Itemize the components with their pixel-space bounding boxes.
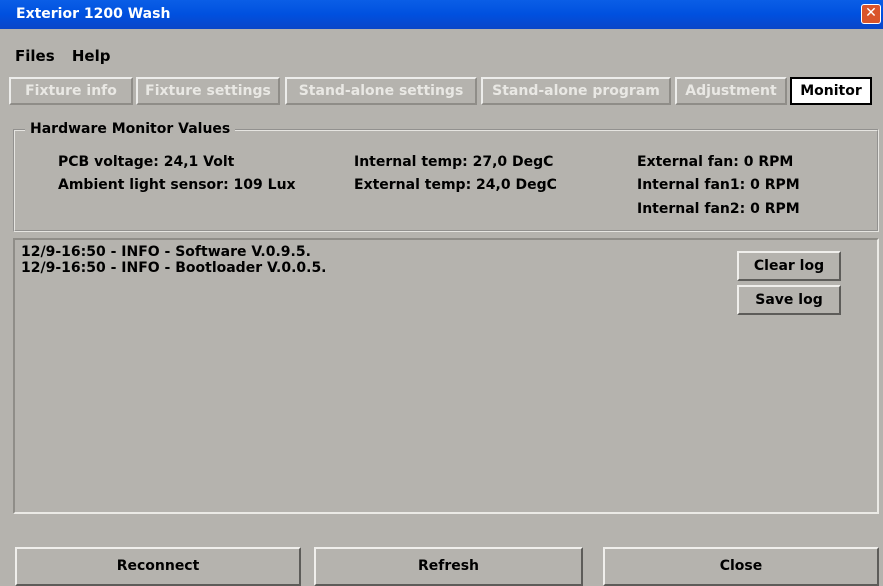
log-line: 12/9-16:50 - INFO - Software V.0.9.5.	[21, 244, 311, 260]
refresh-button[interactable]: Refresh	[314, 547, 583, 586]
footer-bar: Reconnect Refresh Close	[9, 516, 879, 586]
external-fan-value: External fan: 0 RPM	[637, 154, 794, 170]
log-line: 12/9-16:50 - INFO - Bootloader V.0.0.5.	[21, 260, 327, 276]
tab-stand-alone-program[interactable]: Stand-alone program	[481, 77, 671, 105]
hardware-monitor-group: Hardware Monitor Values PCB voltage: 24,…	[13, 121, 879, 232]
main-window: Files Help Fixture info Fixture settings…	[9, 29, 879, 586]
ambient-light-value: Ambient light sensor: 109 Lux	[58, 177, 296, 193]
menu-help[interactable]: Help	[72, 47, 111, 65]
internal-temp-value: Internal temp: 27,0 DegC	[354, 154, 554, 170]
pcb-voltage-value: PCB voltage: 24,1 Volt	[58, 154, 235, 170]
clear-log-button[interactable]: Clear log	[737, 251, 841, 281]
save-log-button[interactable]: Save log	[737, 285, 841, 315]
tab-monitor[interactable]: Monitor	[790, 77, 872, 105]
menu-files[interactable]: Files	[15, 47, 55, 65]
tab-stand-alone-settings[interactable]: Stand-alone settings	[285, 77, 477, 105]
hardware-monitor-legend: Hardware Monitor Values	[25, 121, 236, 137]
title-bar: Exterior 1200 Wash ✕	[0, 0, 883, 29]
reconnect-button[interactable]: Reconnect	[15, 547, 301, 586]
menu-bar: Files Help	[15, 47, 122, 65]
tab-fixture-settings[interactable]: Fixture settings	[136, 77, 280, 105]
window-title: Exterior 1200 Wash	[16, 6, 171, 22]
internal-fan2-value: Internal fan2: 0 RPM	[637, 201, 800, 217]
tab-adjustment[interactable]: Adjustment	[675, 77, 787, 105]
tab-fixture-info[interactable]: Fixture info	[9, 77, 133, 105]
close-button[interactable]: Close	[603, 547, 879, 586]
external-temp-value: External temp: 24,0 DegC	[354, 177, 557, 193]
log-panel[interactable]: 12/9-16:50 - INFO - Software V.0.9.5. 12…	[13, 238, 879, 514]
close-window-icon[interactable]: ✕	[861, 4, 881, 24]
log-lines: 12/9-16:50 - INFO - Software V.0.9.5. 12…	[21, 244, 327, 276]
internal-fan1-value: Internal fan1: 0 RPM	[637, 177, 800, 193]
